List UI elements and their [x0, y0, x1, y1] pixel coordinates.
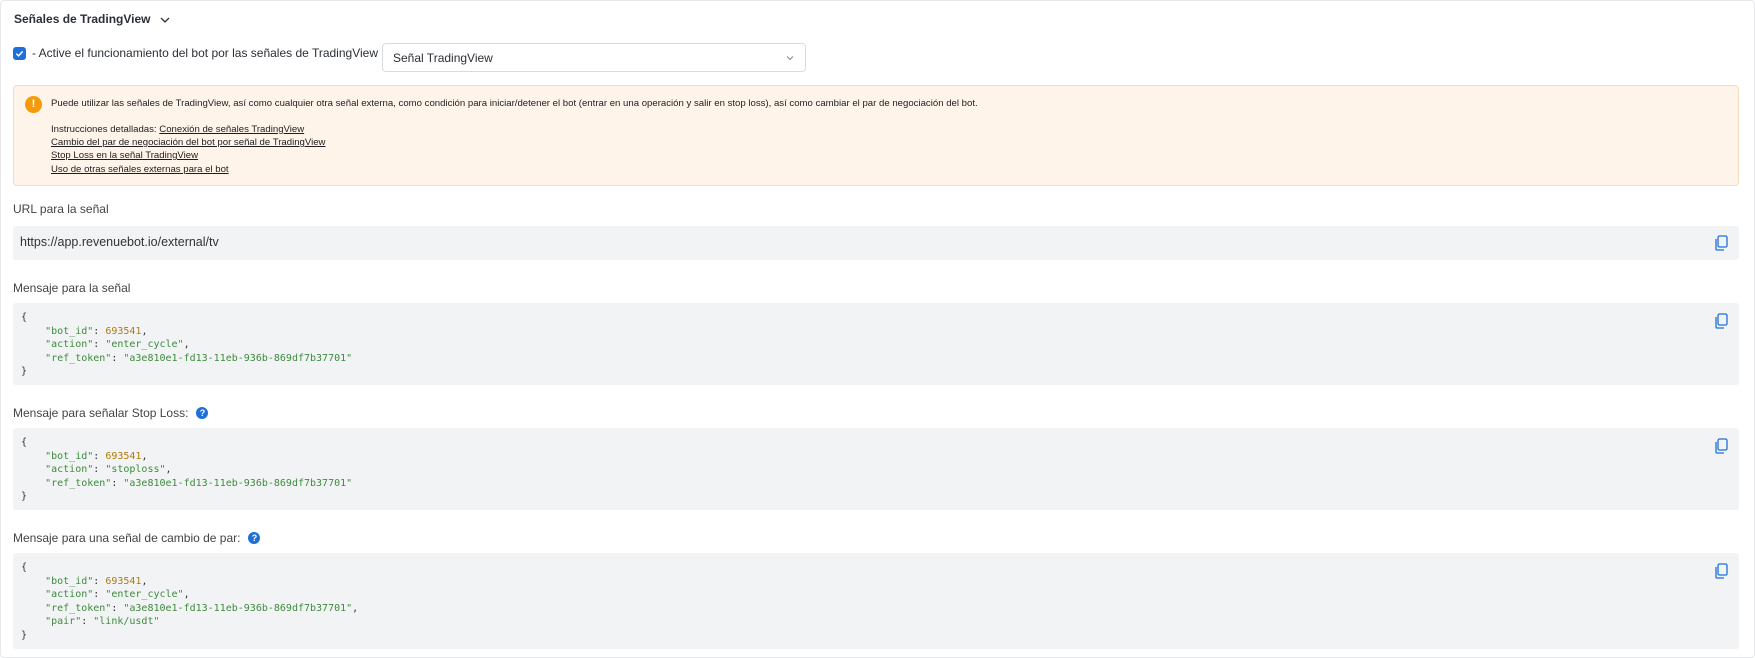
signal-type-select[interactable]: Señal TradingView — [382, 43, 806, 72]
stoploss-label: Mensaje para señalar Stop Loss: ? — [13, 406, 209, 420]
chevron-down-icon[interactable] — [159, 14, 171, 26]
exclamation-circle-icon: ! — [25, 96, 42, 113]
message-code: { "bot_id": 693541, "action": "enter_cyc… — [21, 312, 353, 377]
message-label: Mensaje para la señal — [13, 281, 131, 295]
copy-icon[interactable] — [1714, 235, 1728, 251]
chevron-down-icon — [786, 55, 794, 60]
pair-change-code: { "bot_id": 693541, "action": "enter_cyc… — [21, 562, 359, 641]
alert-text: Puede utilizar las señales de TradingVie… — [51, 98, 978, 109]
copy-icon[interactable] — [1714, 563, 1728, 579]
link-external-signals[interactable]: Uso de otras señales externas para el bo… — [51, 164, 229, 175]
pair-change-code-box[interactable]: { "bot_id": 693541, "action": "enter_cyc… — [13, 553, 1739, 649]
url-value[interactable]: https://app.revenuebot.io/external/tv — [20, 235, 219, 249]
pair-change-label: Mensaje para una señal de cambio de par:… — [13, 531, 261, 545]
section-title: Señales de TradingView — [14, 12, 151, 26]
link-tradingview-connection[interactable]: Conexión de señales TradingView — [159, 124, 304, 135]
check-icon — [15, 50, 24, 57]
activation-checkbox[interactable] — [13, 46, 26, 60]
activation-label: - Active el funcionamiento del bot por l… — [32, 46, 378, 60]
copy-icon[interactable] — [1714, 313, 1728, 329]
instructions-prefix: Instrucciones detalladas: — [51, 124, 157, 135]
question-circle-icon[interactable]: ? — [196, 407, 209, 419]
url-label: URL para la señal — [13, 202, 109, 216]
instructions-line: Instrucciones detalladas: Conexión de se… — [51, 124, 304, 135]
stoploss-code-box[interactable]: { "bot_id": 693541, "action": "stoploss"… — [13, 428, 1739, 510]
signal-type-value: Señal TradingView — [393, 50, 493, 65]
section-header[interactable]: Señales de TradingView — [14, 12, 171, 26]
question-circle-icon[interactable]: ? — [248, 532, 261, 544]
copy-icon[interactable] — [1714, 438, 1728, 454]
message-code-box[interactable]: { "bot_id": 693541, "action": "enter_cyc… — [13, 303, 1739, 385]
link-stop-loss[interactable]: Stop Loss en la señal TradingView — [51, 150, 198, 161]
activation-row: - Active el funcionamiento del bot por l… — [13, 46, 378, 60]
link-pair-change[interactable]: Cambio del par de negociación del bot po… — [51, 137, 326, 148]
stoploss-code: { "bot_id": 693541, "action": "stoploss"… — [21, 437, 353, 502]
url-field[interactable]: https://app.revenuebot.io/external/tv — [13, 226, 1739, 260]
info-alert: ! Puede utilizar las señales de TradingV… — [13, 85, 1739, 186]
